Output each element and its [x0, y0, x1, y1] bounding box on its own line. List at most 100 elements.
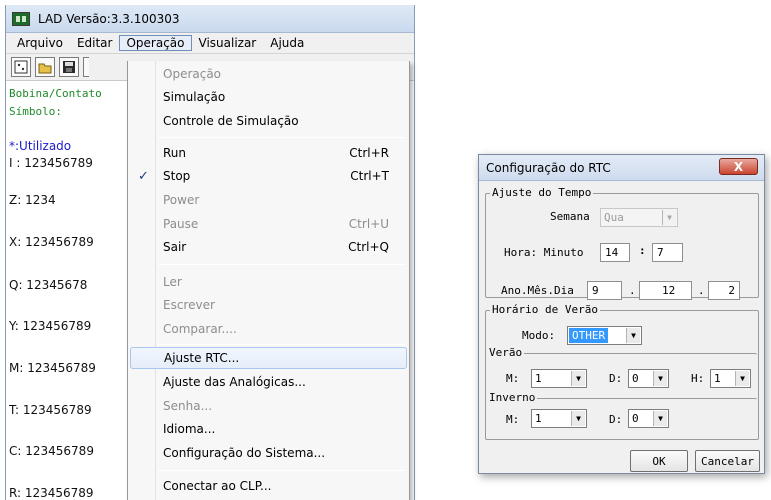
verao-m-select[interactable]: 1 ▼: [531, 369, 587, 388]
address-row-z: Z: 1234: [9, 193, 56, 207]
menu-item-comparar[interactable]: Comparar....: [130, 318, 407, 340]
menu-item-controle-simulacao[interactable]: Controle de Simulação: [130, 110, 407, 132]
semana-select[interactable]: Qua ▼: [600, 208, 678, 227]
semana-value: Qua: [604, 211, 624, 224]
address-row-t: T: 123456789: [9, 403, 92, 417]
date-separator-2: .: [698, 284, 705, 297]
time-settings-legend: Ajuste do Tempo: [490, 186, 594, 199]
modo-select[interactable]: OTHER ▼: [567, 326, 642, 345]
hora-input[interactable]: 14: [600, 243, 630, 262]
menu-item-simulacao[interactable]: Simulação: [130, 86, 407, 108]
menu-item-label: Comparar....: [163, 322, 237, 336]
minuto-input[interactable]: 7: [652, 243, 683, 262]
date-separator-1: .: [629, 284, 636, 297]
menu-item-conectar-clp[interactable]: Conectar ao CLP...: [130, 475, 407, 497]
menu-item-label: Controle de Simulação: [163, 114, 299, 128]
chevron-down-icon: ▼: [571, 371, 585, 386]
menu-item-shortcut: Ctrl+U: [348, 217, 389, 231]
ok-button[interactable]: OK: [630, 450, 688, 472]
save-icon[interactable]: [59, 57, 79, 77]
menu-item-label: Sair: [163, 240, 187, 254]
verao-d-label: D:: [609, 372, 623, 385]
menu-item-label: Idioma...: [163, 422, 216, 436]
inverno-d-select[interactable]: 0 ▼: [628, 409, 669, 428]
rtc-dialog-title: Configuração do RTC: [486, 160, 611, 175]
app-icon: [12, 11, 30, 26]
verao-d-value: 0: [632, 372, 639, 385]
mes-input[interactable]: 12: [639, 281, 692, 300]
inverno-m-select[interactable]: 1 ▼: [531, 409, 587, 428]
modo-value: OTHER: [569, 328, 609, 343]
modo-label: Modo:: [522, 329, 556, 342]
menu-item-escrever[interactable]: Escrever: [130, 294, 407, 316]
used-legend: *:Utilizado: [9, 139, 72, 153]
lad-window-title: LAD Versão:3.3.100303: [38, 11, 180, 26]
menu-item-ajuste-analogicas[interactable]: Ajuste das Analógicas...: [130, 371, 407, 393]
menu-item-run[interactable]: Run Ctrl+R: [130, 142, 407, 164]
dst-legend: Horário de Verão: [490, 303, 600, 316]
menu-item-configuracao-sistema[interactable]: Configuração do Sistema...: [130, 442, 407, 464]
semana-label: Semana: [550, 210, 590, 223]
new-file-icon[interactable]: [11, 57, 31, 77]
checkmark-icon: ✓: [138, 168, 149, 184]
inverno-d-value: 0: [632, 412, 639, 425]
chevron-down-icon: ▼: [662, 210, 676, 225]
hora-minuto-label: Hora: Minuto: [504, 246, 584, 259]
menu-visualizar[interactable]: Visualizar: [192, 35, 264, 51]
menu-item-shortcut: Ctrl+R: [349, 146, 389, 160]
dia-input[interactable]: 2: [708, 281, 740, 300]
address-row-m: M: 123456789: [9, 361, 96, 375]
menubar: Arquivo Editar Operação Visualizar Ajuda: [6, 33, 414, 54]
menu-item-label: Ajuste RTC...: [164, 351, 240, 365]
operacao-dropdown-menu: Operação Simulação Controle de Simulação…: [127, 61, 410, 500]
menu-arquivo[interactable]: Arquivo: [10, 35, 70, 51]
menu-item-idioma[interactable]: Idioma...: [130, 418, 407, 440]
symbol-panel: Bobina/Contato Símbolo: *:Utilizado I : …: [6, 83, 134, 500]
menu-separator: [158, 137, 405, 138]
menu-item-pause[interactable]: Pause Ctrl+U: [130, 213, 407, 235]
menu-item-label: Conectar ao CLP...: [163, 479, 272, 493]
menu-item-label: Configuração do Sistema...: [163, 446, 326, 460]
time-separator: :: [639, 244, 646, 257]
menu-item-shortcut: Ctrl+T: [350, 169, 389, 183]
menu-item-stop[interactable]: ✓ Stop Ctrl+T: [130, 165, 407, 187]
verao-h-select[interactable]: 1 ▼: [710, 369, 751, 388]
cancel-button[interactable]: Cancelar: [695, 450, 760, 472]
rtc-titlebar: Configuração do RTC X: [479, 155, 764, 181]
address-row-q: Q: 12345678: [9, 278, 88, 292]
menu-item-label: Ajuste das Analógicas...: [163, 375, 306, 389]
chevron-down-icon: ▼: [653, 411, 667, 426]
menu-item-ajuste-rtc[interactable]: Ajuste RTC...: [130, 347, 407, 369]
verao-m-label: M:: [506, 372, 520, 385]
menu-item-senha[interactable]: Senha...: [130, 395, 407, 417]
verao-d-select[interactable]: 0 ▼: [628, 369, 669, 388]
menu-item-operacao[interactable]: Operação: [130, 63, 407, 85]
verao-h-label: H:: [691, 372, 705, 385]
ano-input[interactable]: 9: [587, 281, 622, 300]
menu-item-label: Simulação: [163, 90, 226, 104]
menu-editar[interactable]: Editar: [70, 35, 120, 51]
menu-item-ler[interactable]: Ler: [130, 271, 407, 293]
inverno-legend: Inverno: [487, 391, 538, 404]
menu-ajuda[interactable]: Ajuda: [263, 35, 311, 51]
toolbar-extra-icon[interactable]: [83, 57, 89, 77]
menu-item-sair[interactable]: Sair Ctrl+Q: [130, 236, 407, 258]
hora-value: 14: [605, 246, 619, 259]
menu-item-label: Stop: [163, 169, 191, 183]
address-row-i: I : 123456789: [9, 156, 93, 170]
open-folder-icon[interactable]: [35, 57, 55, 77]
lad-titlebar: LAD Versão:3.3.100303: [6, 5, 414, 33]
verao-h-value: 1: [714, 372, 721, 385]
address-row-x: X: 123456789: [9, 235, 94, 249]
close-icon: X: [733, 159, 744, 174]
menu-operacao[interactable]: Operação: [119, 35, 192, 51]
minuto-value: 7: [657, 246, 664, 259]
ok-button-label: OK: [652, 454, 666, 468]
close-button[interactable]: X: [719, 158, 758, 175]
menu-item-label: Escrever: [163, 298, 215, 312]
menu-separator: [158, 264, 405, 265]
menu-item-label: Power: [163, 193, 200, 207]
ano-value: 9: [592, 284, 599, 297]
mes-value: 12: [662, 284, 676, 297]
menu-item-power[interactable]: Power: [130, 189, 407, 211]
